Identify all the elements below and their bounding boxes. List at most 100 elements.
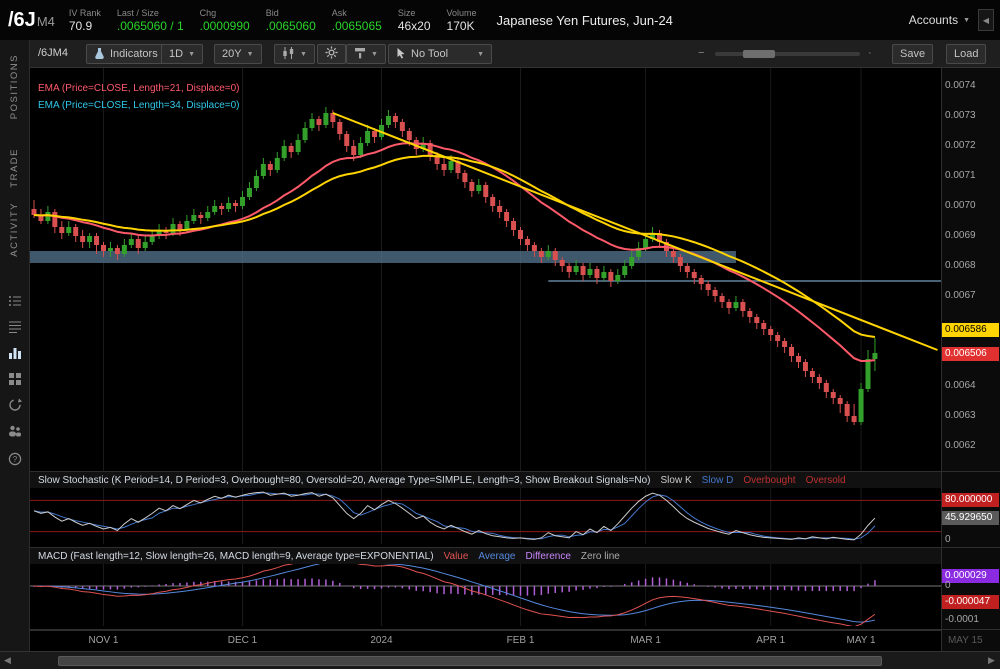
- stochastic-chart[interactable]: [30, 488, 941, 544]
- scroll-right-icon[interactable]: ▶: [988, 655, 995, 666]
- scroll-left-icon[interactable]: ◀: [4, 655, 11, 666]
- watchlist-icon[interactable]: [8, 294, 22, 308]
- stochastic-legend: Slow KSlow DOverboughtOversold: [661, 475, 846, 486]
- zoom-out-icon[interactable]: −: [698, 47, 704, 59]
- collapse-panel-button[interactable]: ◀: [978, 9, 994, 31]
- chart-settings-button[interactable]: [317, 44, 346, 64]
- timeframe-dropdown[interactable]: 1D ▼: [161, 44, 203, 64]
- y-axis-label: 0.0073: [945, 110, 976, 122]
- overbought-badge: 80.000000: [942, 493, 999, 507]
- tool-value: No Tool: [411, 48, 448, 60]
- left-gadget-sidebar: POSITIONS TRADE ACTIVITY ?: [0, 40, 30, 669]
- grid-icon[interactable]: [8, 372, 22, 386]
- y-axis-label: 0.0071: [945, 170, 976, 182]
- chart-toolbar: /6JM4 Indicators 1D ▼ 20Y ▼ ▼ ▼ No Tool …: [30, 40, 1000, 68]
- quote-field-value: 70.9: [69, 19, 101, 33]
- range-dropdown[interactable]: 20Y ▼: [214, 44, 262, 64]
- svg-text:?: ?: [13, 455, 18, 464]
- gear-icon: [325, 46, 338, 62]
- x-axis-label: DEC 1: [221, 635, 265, 646]
- sidebar-tab-activity[interactable]: ACTIVITY: [9, 202, 20, 257]
- x-axis-label: MAY 1: [839, 635, 883, 646]
- zoom-slider-thumb[interactable]: [743, 50, 775, 58]
- scrollbar-thumb[interactable]: [58, 656, 882, 666]
- quote-field-label: Ask: [332, 8, 382, 18]
- trendline-drawing[interactable]: [333, 113, 938, 350]
- chevron-down-icon: ▼: [247, 51, 254, 58]
- y-axis-label: 0.0062: [945, 440, 976, 452]
- chart-icon[interactable]: [8, 346, 22, 360]
- chart-study-legends: EMA (Price=CLOSE, Length=21, Displace=0)…: [38, 80, 240, 114]
- load-button[interactable]: Load: [946, 44, 986, 64]
- chevron-down-icon: ▼: [300, 51, 307, 58]
- quote-field-value: 170K: [447, 19, 477, 33]
- macd-title: MACD (Fast length=12, Slow length=26, MA…: [38, 551, 434, 562]
- quote-field-last-size: Last / Size.0065060 / 1: [117, 8, 184, 33]
- time-axis: NOV 1DEC 12024FEB 1MAR 1APR 1MAY 1MAY 15: [30, 630, 941, 651]
- refresh-icon[interactable]: [8, 398, 22, 412]
- macd-average-line: [34, 564, 875, 622]
- x-axis-label: MAR 1: [624, 635, 668, 646]
- study-legend-item: EMA (Price=CLOSE, Length=21, Displace=0): [38, 80, 240, 97]
- chevron-down-icon: ▼: [371, 51, 378, 58]
- macd-chart[interactable]: [30, 564, 941, 626]
- chart-type-dropdown[interactable]: ▼: [274, 44, 315, 64]
- macd-legend-item: Average: [478, 551, 515, 562]
- quote-field-ask: Ask.0065065: [332, 8, 382, 33]
- macd-legend-item: Value: [444, 551, 469, 562]
- header-right: Accounts ▼ ◀: [909, 9, 1000, 31]
- price-chart[interactable]: [30, 68, 941, 472]
- quote-field-volume: Volume170K: [447, 8, 477, 33]
- chevron-down-icon: ▼: [477, 51, 484, 58]
- save-button[interactable]: Save: [892, 44, 933, 64]
- quote-field-label: Volume: [447, 8, 477, 18]
- macd-value-badge: -0.000047: [942, 595, 999, 609]
- style-icon: [354, 47, 366, 62]
- accounts-dropdown[interactable]: Accounts ▼: [909, 13, 970, 27]
- symbol-contract: M4: [37, 14, 55, 29]
- quote-field-label: Bid: [266, 8, 316, 18]
- sidebar-tab-positions[interactable]: POSITIONS: [9, 54, 20, 119]
- y-axis-label: 0.0064: [945, 380, 976, 392]
- ema-34-line: [34, 156, 875, 337]
- panel-divider: [30, 471, 1000, 472]
- quote-field-iv-rank: IV Rank70.9: [69, 8, 101, 33]
- ema-price-badge: 0.006586: [942, 323, 999, 337]
- macd-legend-item: Zero line: [581, 551, 620, 562]
- x-axis-label: NOV 1: [82, 635, 126, 646]
- save-label: Save: [900, 48, 925, 60]
- users-icon[interactable]: [8, 424, 22, 438]
- stochastic-title: Slow Stochastic (K Period=14, D Period=3…: [38, 475, 651, 486]
- chart-scrollbar[interactable]: ◀ ▶: [0, 651, 1000, 669]
- stochastic-header: Slow Stochastic (K Period=14, D Period=3…: [30, 472, 941, 488]
- quote-field-bid: Bid.0065060: [266, 8, 316, 33]
- x-axis-label: 2024: [360, 635, 404, 646]
- drawing-tool-dropdown[interactable]: No Tool ▼: [388, 44, 492, 64]
- symbol-block: /6J M4: [8, 9, 55, 32]
- y-axis-label: 0.0063: [945, 410, 976, 422]
- macd-legend: ValueAverageDifferenceZero line: [444, 551, 620, 562]
- instrument-description: Japanese Yen Futures, Jun-24: [497, 13, 673, 28]
- stoch-legend-item: Slow K: [661, 475, 692, 486]
- flask-icon: [94, 47, 105, 62]
- zoom-slider[interactable]: [715, 52, 860, 56]
- y-axis-label: 0.0074: [945, 80, 976, 92]
- chart-style-dropdown[interactable]: ▼: [346, 44, 386, 64]
- timeframe-value: 1D: [169, 48, 183, 60]
- study-legend-item: EMA (Price=CLOSE, Length=34, Displace=0): [38, 97, 240, 114]
- zoom-in-icon[interactable]: ·: [868, 47, 872, 59]
- help-icon[interactable]: ?: [8, 452, 22, 466]
- toolbar-symbol-label: /6JM4: [38, 47, 68, 59]
- sidebar-tab-trade[interactable]: TRADE: [9, 148, 20, 188]
- panel-divider: [30, 547, 1000, 548]
- orders-list-icon[interactable]: [8, 320, 22, 334]
- load-label: Load: [954, 48, 978, 60]
- quote-field-value: 46x20: [398, 19, 431, 33]
- indicators-button[interactable]: Indicators: [86, 44, 166, 64]
- quote-field-value: .0065060 / 1: [117, 19, 184, 33]
- x-axis-label: APR 1: [749, 635, 793, 646]
- macd-header: MACD (Fast length=12, Slow length=26, MA…: [30, 548, 941, 564]
- quote-field-value: .0065060: [266, 19, 316, 33]
- quote-field-value: .0065065: [332, 19, 382, 33]
- stoch-legend-item: Slow D: [702, 475, 734, 486]
